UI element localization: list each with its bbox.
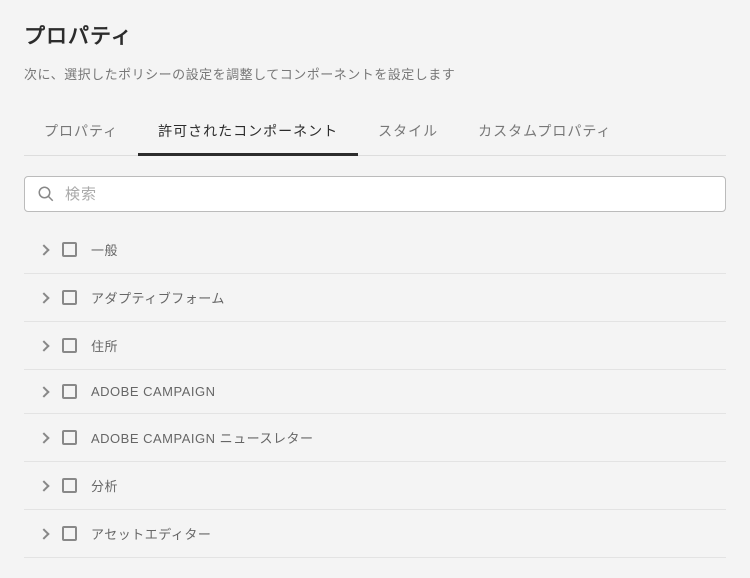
group-checkbox[interactable]	[62, 242, 77, 257]
list-item: アダプティブフォーム	[24, 274, 726, 322]
chevron-right-icon[interactable]	[38, 528, 49, 539]
list-item: アセットエディター	[24, 510, 726, 558]
group-checkbox[interactable]	[62, 290, 77, 305]
chevron-right-icon[interactable]	[38, 386, 49, 397]
group-label: アダプティブフォーム	[91, 288, 225, 307]
list-item: 住所	[24, 322, 726, 370]
chevron-right-icon[interactable]	[38, 292, 49, 303]
search-input[interactable]	[65, 186, 713, 203]
list-item: 分析	[24, 462, 726, 510]
group-label: ADOBE CAMPAIGN	[91, 384, 216, 399]
list-item: ADOBE CAMPAIGN	[24, 370, 726, 414]
chevron-right-icon[interactable]	[38, 244, 49, 255]
tab-3[interactable]: カスタムプロパティ	[458, 111, 631, 155]
page-description: 次に、選択したポリシーの設定を調整してコンポーネントを設定します	[24, 64, 726, 83]
search-icon	[37, 185, 55, 203]
group-label: ADOBE CAMPAIGN ニュースレター	[91, 428, 313, 447]
tab-0[interactable]: プロパティ	[24, 111, 138, 155]
component-group-list: 一般アダプティブフォーム住所 ADOBE CAMPAIGN ADOBE CAMPAI…	[24, 226, 726, 558]
list-item: 一般	[24, 226, 726, 274]
tabs: プロパティ許可されたコンポーネントスタイルカスタムプロパティ	[24, 111, 726, 156]
group-label: 住所	[91, 336, 118, 355]
list-item: ADOBE CAMPAIGN ニュースレター	[24, 414, 726, 462]
group-label: アセットエディター	[91, 524, 211, 543]
tab-1[interactable]: 許可されたコンポーネント	[138, 111, 358, 156]
group-checkbox[interactable]	[62, 478, 77, 493]
group-checkbox[interactable]	[62, 526, 77, 541]
group-label: 一般	[91, 240, 118, 259]
chevron-right-icon[interactable]	[38, 340, 49, 351]
group-checkbox[interactable]	[62, 338, 77, 353]
group-label: 分析	[91, 476, 118, 495]
tab-2[interactable]: スタイル	[358, 111, 458, 155]
group-checkbox[interactable]	[62, 384, 77, 399]
chevron-right-icon[interactable]	[38, 480, 49, 491]
page-title: プロパティ	[24, 20, 726, 50]
chevron-right-icon[interactable]	[38, 432, 49, 443]
group-checkbox[interactable]	[62, 430, 77, 445]
search-box[interactable]	[24, 176, 726, 212]
